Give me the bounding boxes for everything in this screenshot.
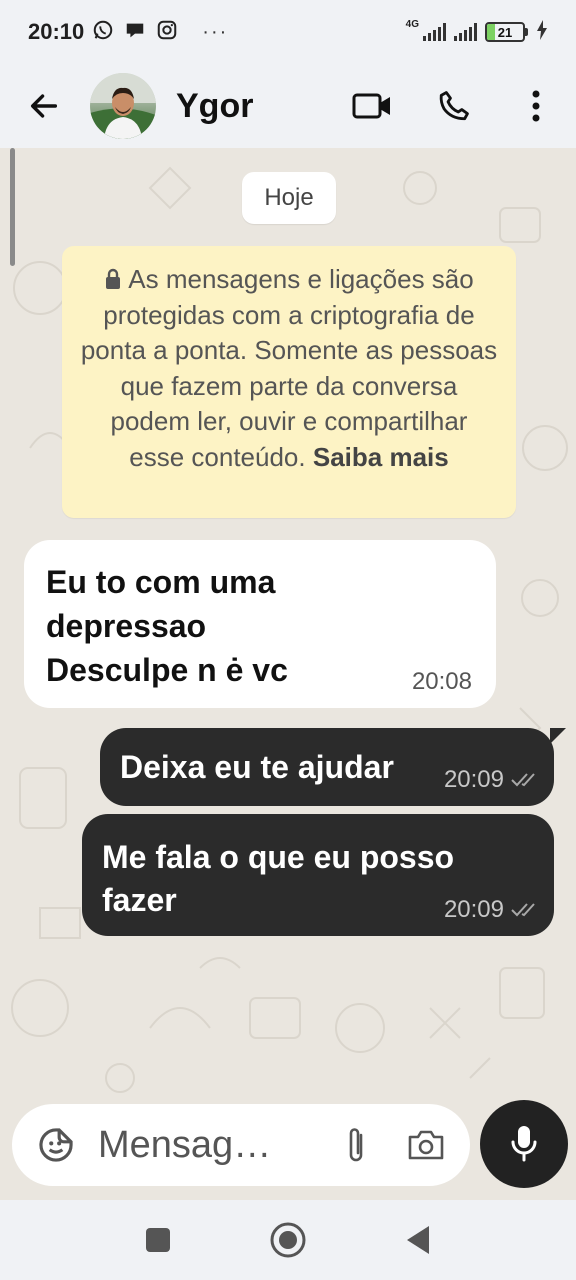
signal-icon bbox=[423, 23, 446, 41]
home-button[interactable] bbox=[268, 1220, 308, 1260]
voice-call-button[interactable] bbox=[434, 86, 474, 126]
message-line: Desculpe n ė vc bbox=[46, 652, 288, 688]
message-text: Eu to com uma depressao Desculpe n ė vc bbox=[46, 560, 446, 692]
menu-dots-icon bbox=[532, 90, 540, 122]
instagram-icon bbox=[156, 19, 178, 46]
camera-icon bbox=[408, 1130, 444, 1160]
incoming-message[interactable]: Eu to com uma depressao Desculpe n ė vc … bbox=[24, 540, 496, 708]
voice-call-icon bbox=[439, 91, 469, 121]
lock-icon bbox=[106, 268, 121, 289]
sticker-icon bbox=[39, 1128, 73, 1162]
recents-icon bbox=[146, 1228, 170, 1252]
mic-icon bbox=[511, 1126, 537, 1162]
nav-back-button[interactable] bbox=[398, 1220, 438, 1260]
network-type: 4G bbox=[405, 18, 419, 30]
battery-fill bbox=[487, 24, 495, 40]
status-time: 20:10 bbox=[28, 19, 85, 44]
attach-button[interactable] bbox=[336, 1125, 376, 1165]
system-indicators: 4G 21 bbox=[405, 18, 548, 45]
whatsapp-icon bbox=[92, 19, 114, 46]
battery-icon: 21 bbox=[485, 22, 528, 42]
back-button[interactable] bbox=[24, 86, 64, 126]
system-nav-bar bbox=[0, 1200, 576, 1280]
outgoing-message[interactable]: Deixa eu te ajudar 20:09 bbox=[100, 728, 566, 806]
camera-button[interactable] bbox=[406, 1125, 446, 1165]
outgoing-message[interactable]: Me fala o que eu posso fazer 20:09 bbox=[82, 814, 554, 936]
scroll-indicator[interactable] bbox=[10, 148, 15, 266]
bubble-tail bbox=[550, 728, 566, 744]
signal-icon bbox=[454, 23, 477, 41]
home-icon bbox=[270, 1222, 306, 1258]
back-icon bbox=[407, 1226, 429, 1254]
attach-icon bbox=[349, 1128, 363, 1162]
learn-more-link[interactable]: Saiba mais bbox=[313, 442, 449, 472]
message-input-container[interactable]: Mensag… bbox=[12, 1104, 470, 1186]
read-receipt-icon bbox=[511, 903, 535, 917]
recents-button[interactable] bbox=[138, 1220, 178, 1260]
avatar[interactable] bbox=[90, 73, 156, 139]
message-line: depressao bbox=[46, 608, 207, 644]
charging-icon bbox=[536, 19, 548, 45]
status-bar: 20:10 ··· 4G 21 bbox=[0, 0, 576, 64]
battery-level: 21 bbox=[497, 24, 513, 40]
more-dots-icon: ··· bbox=[202, 20, 229, 43]
voice-message-button[interactable] bbox=[480, 1100, 568, 1188]
read-receipt-icon bbox=[511, 773, 535, 787]
contact-name[interactable]: Ygor bbox=[176, 87, 253, 126]
sticker-button[interactable] bbox=[36, 1125, 76, 1165]
message-time: 20:09 bbox=[443, 896, 504, 923]
composer: Mensag… bbox=[0, 1098, 576, 1200]
message-line: Me fala o que eu posso bbox=[102, 839, 455, 875]
chat-header: Ygor bbox=[0, 64, 576, 148]
chat-bubble-icon bbox=[124, 19, 146, 46]
encryption-notice[interactable]: As mensagens e ligações são protegidas c… bbox=[62, 246, 516, 518]
message-time: 20:09 bbox=[443, 766, 504, 793]
encryption-notice-text: As mensagens e ligações são protegidas c… bbox=[80, 264, 498, 472]
date-separator: Hoje bbox=[242, 172, 336, 224]
menu-button[interactable] bbox=[516, 86, 556, 126]
back-arrow-icon bbox=[30, 94, 58, 118]
message-time: 20:08 bbox=[411, 668, 472, 695]
notification-icons: ··· bbox=[92, 19, 228, 46]
chat-area[interactable]: Hoje As mensagens e ligações são protegi… bbox=[0, 148, 576, 1098]
message-line: Eu to com uma bbox=[46, 564, 276, 600]
video-call-button[interactable] bbox=[352, 86, 392, 126]
video-call-icon bbox=[352, 93, 390, 119]
message-input[interactable]: Mensag… bbox=[98, 1124, 336, 1167]
